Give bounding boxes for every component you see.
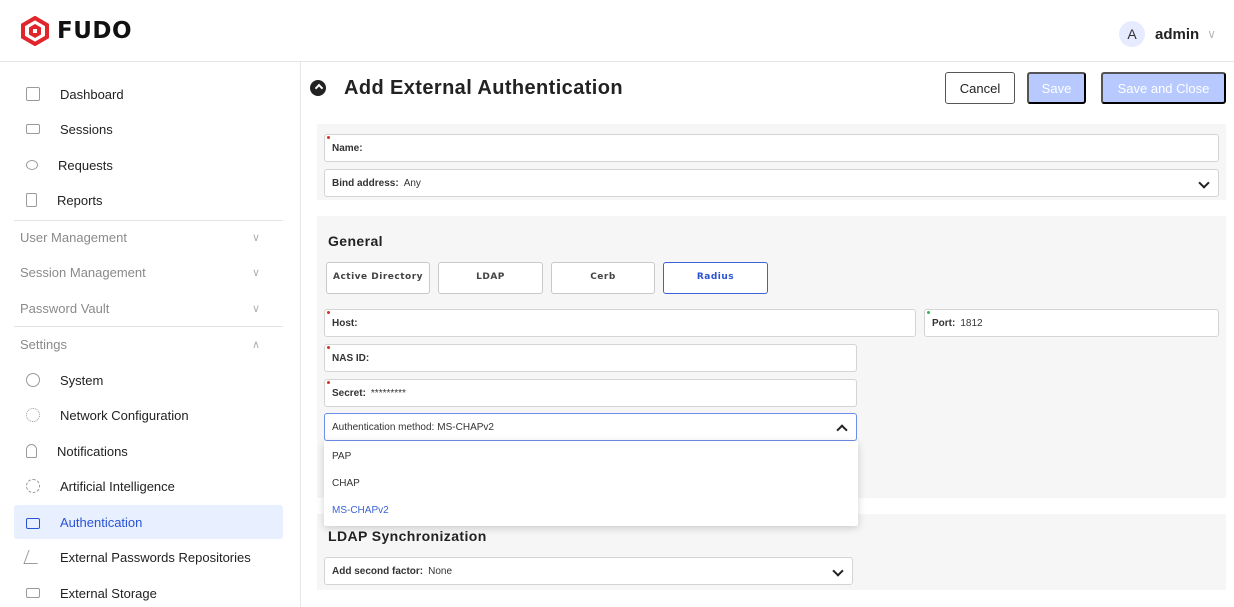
sidebar-section-session-management[interactable]: Session Management ∨	[0, 255, 300, 289]
authentication-method-menu: PAP CHAP MS-CHAPv2	[324, 441, 858, 526]
bind-address-select[interactable]: Bind address: Any	[324, 169, 1219, 197]
back-icon[interactable]	[310, 80, 326, 96]
ai-icon	[26, 479, 40, 493]
logo-text: FUDO	[57, 18, 133, 44]
ldap-sync-section-title: LDAP Synchronization	[328, 528, 487, 544]
sidebar-item-notifications[interactable]: Notifications	[14, 434, 283, 468]
sidebar-section-password-vault[interactable]: Password Vault ∨	[0, 291, 300, 325]
chevron-down-icon	[832, 565, 844, 577]
reports-icon	[26, 193, 37, 207]
menu-item-pap[interactable]: PAP	[324, 443, 858, 469]
sidebar: Dashboard Sessions Requests Reports User…	[0, 62, 301, 607]
name-label: Name:	[332, 142, 363, 154]
sidebar-item-label: External Passwords Repositories	[60, 549, 251, 565]
sidebar-item-artificial-intelligence[interactable]: Artificial Intelligence	[14, 469, 283, 503]
required-marker	[327, 346, 330, 349]
section-label: Session Management	[20, 264, 146, 280]
sidebar-item-label: Reports	[57, 192, 103, 208]
section-label: Password Vault	[20, 300, 110, 316]
sidebar-section-settings[interactable]: Settings ∧	[0, 327, 300, 361]
page-header: Add External Authentication	[308, 70, 623, 106]
chevron-up-icon: ∧	[251, 338, 260, 351]
sidebar-item-network-configuration[interactable]: Network Configuration	[14, 398, 283, 432]
sessions-icon	[26, 124, 40, 134]
secret-label: Secret:	[332, 387, 366, 399]
required-marker	[327, 381, 330, 384]
page-title: Add External Authentication	[344, 76, 623, 99]
nas-id-label: NAS ID:	[332, 352, 370, 364]
nas-id-field[interactable]: NAS ID:	[324, 344, 857, 372]
authentication-icon	[26, 518, 40, 529]
tab-radius[interactable]: Radius	[663, 262, 768, 294]
sidebar-item-reports[interactable]: Reports	[14, 183, 283, 217]
sidebar-item-label: Sessions	[60, 121, 113, 137]
sidebar-item-label: Authentication	[60, 514, 143, 530]
chevron-up-icon	[836, 424, 848, 436]
storage-icon	[26, 588, 40, 598]
sidebar-item-label: Dashboard	[60, 86, 124, 102]
sidebar-item-sessions[interactable]: Sessions	[14, 112, 283, 146]
authentication-method-value: MS-CHAPv2	[437, 421, 494, 433]
user-menu[interactable]: A admin ∨	[1119, 20, 1216, 48]
host-label: Host:	[332, 317, 358, 329]
sidebar-item-requests[interactable]: Requests	[14, 148, 283, 182]
fudo-logo-icon	[21, 16, 49, 46]
menu-item-ms-chapv2[interactable]: MS-CHAPv2	[324, 497, 858, 523]
menu-item-chap[interactable]: CHAP	[324, 470, 858, 496]
sidebar-section-user-management[interactable]: User Management ∨	[0, 220, 300, 254]
sidebar-item-label: Notifications	[57, 443, 128, 459]
bell-icon	[26, 444, 37, 458]
sidebar-item-label: System	[60, 372, 104, 388]
sidebar-item-authentication[interactable]: Authentication	[14, 505, 283, 539]
bind-address-label: Bind address:	[332, 177, 399, 189]
required-marker	[327, 136, 330, 139]
tab-ldap[interactable]: LDAP	[438, 262, 543, 294]
tab-active-directory[interactable]: Active Directory	[326, 262, 430, 294]
sidebar-item-label: External Storage	[60, 585, 157, 601]
sidebar-item-label: Artificial Intelligence	[60, 478, 175, 494]
top-bar: FUDO A admin ∨	[0, 0, 1234, 62]
secret-value: *********	[370, 387, 406, 399]
sidebar-item-system[interactable]: System	[14, 363, 283, 397]
repository-icon	[23, 550, 43, 564]
section-label: Settings	[20, 336, 67, 352]
system-icon	[26, 373, 40, 387]
authentication-method-label: Authentication method:	[332, 421, 435, 433]
chevron-down-icon: ∨	[251, 266, 260, 279]
sidebar-item-external-passwords-repositories[interactable]: External Passwords Repositories	[14, 540, 283, 574]
user-name: admin	[1155, 25, 1200, 43]
tab-cerb[interactable]: Cerb	[551, 262, 655, 294]
sidebar-item-label: Requests	[58, 157, 113, 173]
second-factor-select[interactable]: Add second factor: None	[324, 557, 853, 585]
host-field[interactable]: Host:	[324, 309, 916, 337]
required-marker	[327, 311, 330, 314]
sidebar-item-dashboard[interactable]: Dashboard	[14, 77, 283, 111]
second-factor-label: Add second factor:	[332, 565, 424, 577]
port-label: Port:	[932, 317, 956, 329]
dashboard-icon	[26, 87, 40, 101]
chevron-down-icon: ∨	[251, 302, 260, 315]
valid-marker	[927, 311, 930, 314]
sidebar-item-label: Network Configuration	[60, 407, 189, 423]
sidebar-item-external-storage[interactable]: External Storage	[14, 576, 283, 607]
chevron-down-icon: ∨	[1207, 27, 1216, 41]
secret-field[interactable]: Secret: *********	[324, 379, 857, 407]
fudo-logo[interactable]: FUDO	[20, 14, 132, 48]
network-icon	[26, 408, 40, 422]
section-label: User Management	[20, 229, 127, 245]
port-value: 1812	[960, 317, 983, 329]
bind-address-value: Any	[403, 177, 421, 189]
chevron-down-icon	[1198, 177, 1210, 189]
general-section-title: General	[328, 233, 383, 249]
avatar: A	[1119, 21, 1146, 47]
name-field[interactable]: Name:	[324, 134, 1219, 162]
save-button[interactable]: Save	[1027, 72, 1086, 104]
chevron-down-icon: ∨	[251, 231, 260, 244]
authentication-method-select[interactable]: Authentication method: MS-CHAPv2	[324, 413, 857, 441]
requests-icon	[26, 160, 38, 170]
port-field[interactable]: Port: 1812	[924, 309, 1219, 337]
cancel-button[interactable]: Cancel	[945, 72, 1015, 104]
second-factor-value: None	[428, 565, 453, 577]
save-and-close-button[interactable]: Save and Close	[1101, 72, 1226, 104]
